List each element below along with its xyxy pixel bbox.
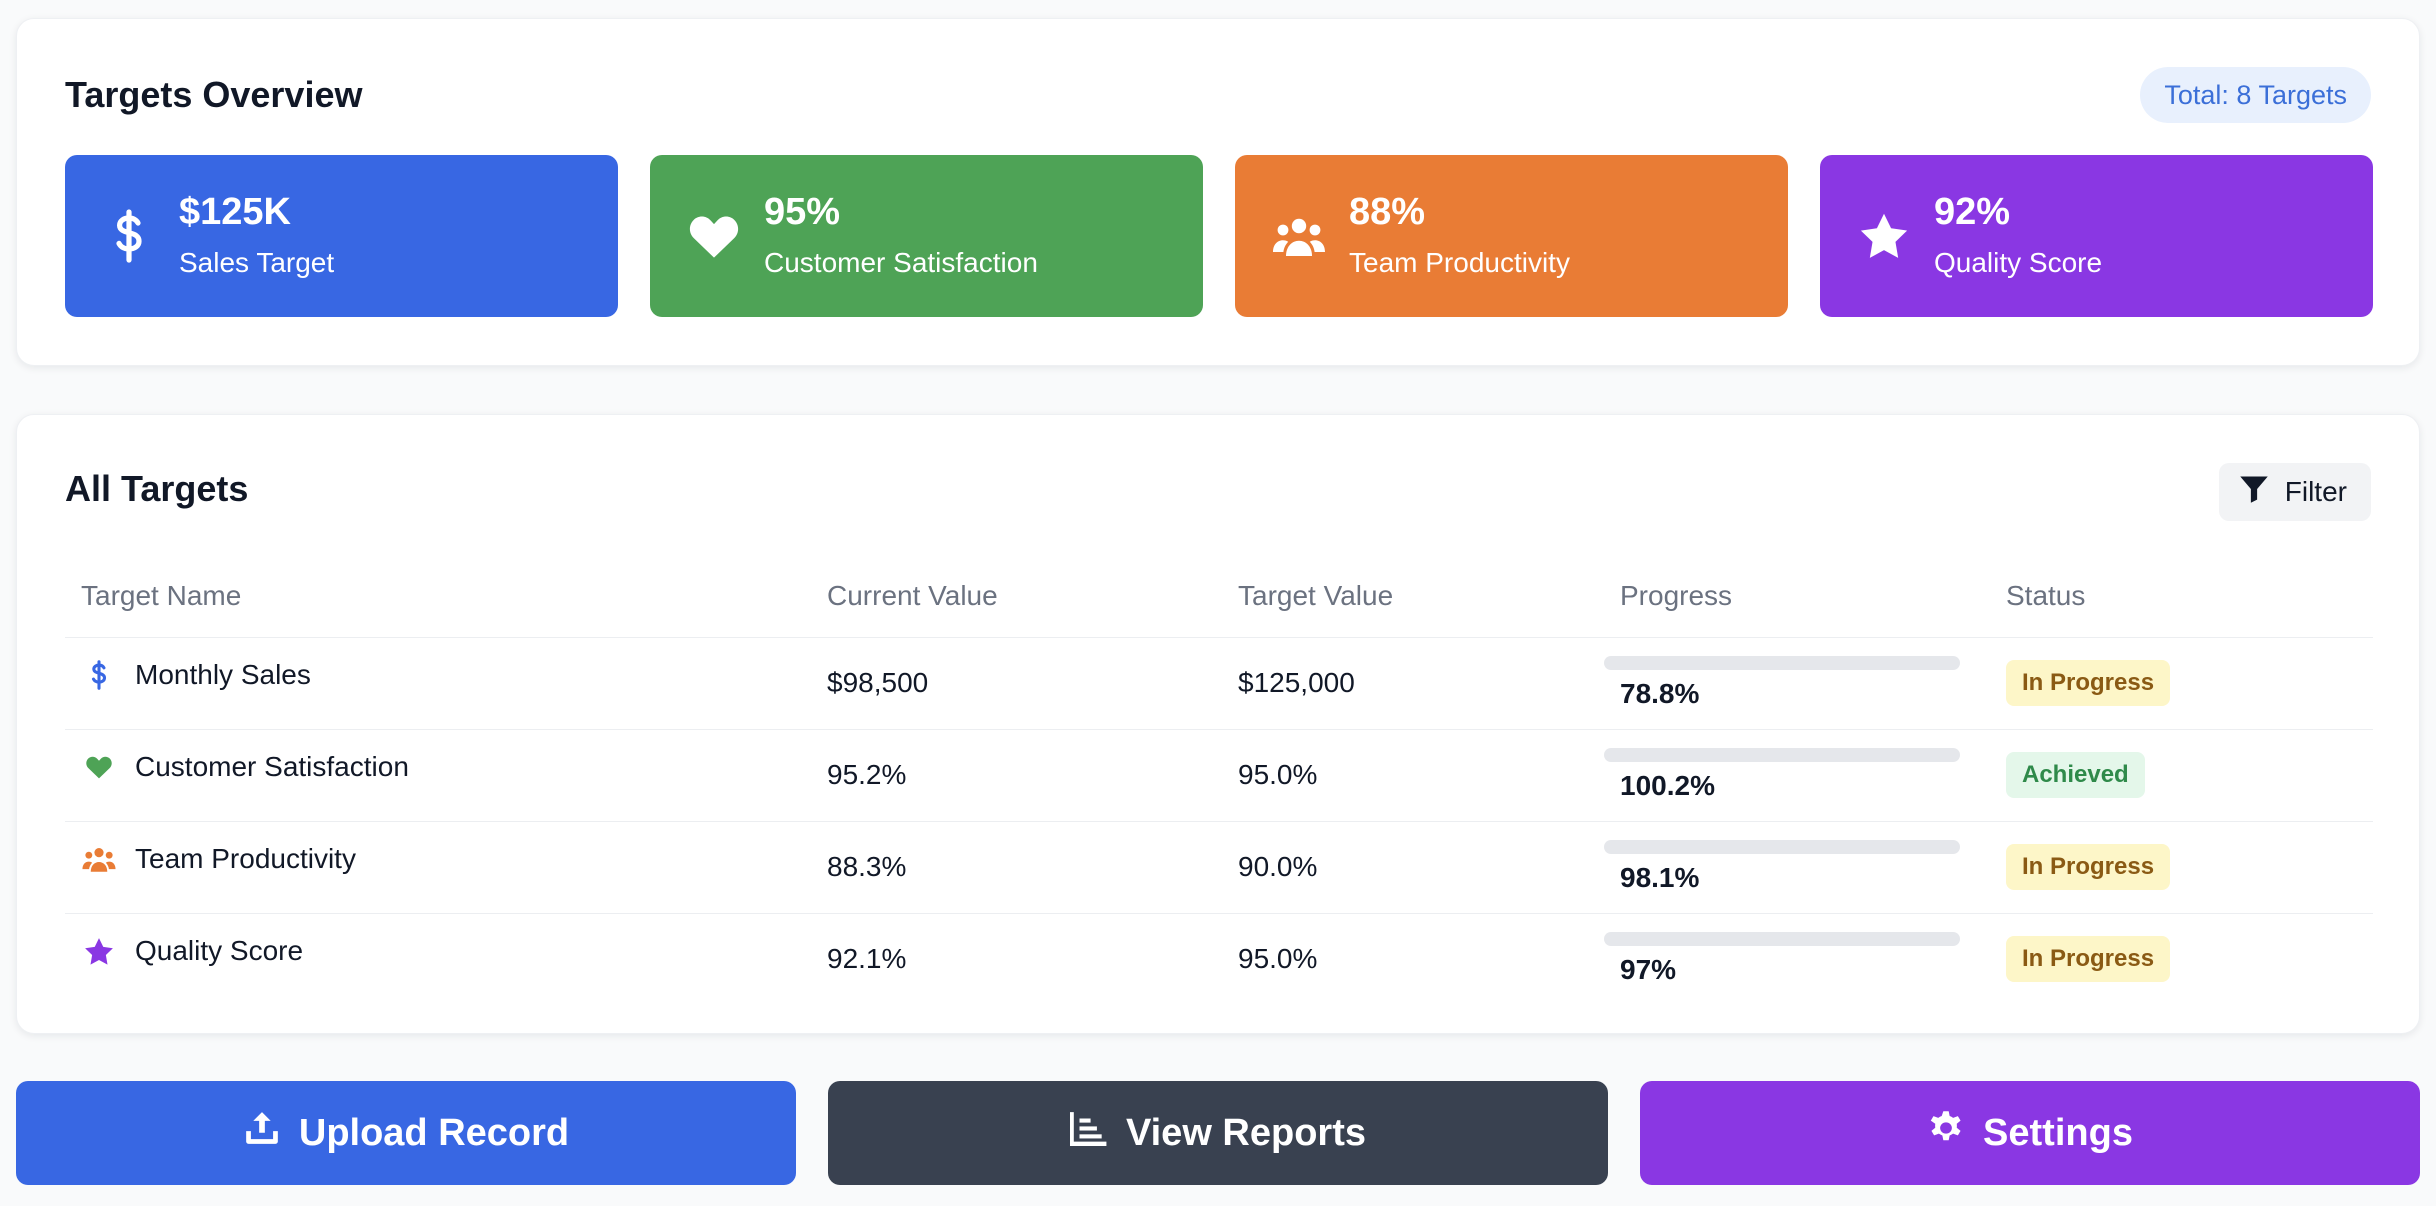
target-value: $125,000 — [1222, 636, 1604, 729]
filter-label: Filter — [2284, 476, 2347, 507]
dollar-icon — [81, 657, 117, 693]
star-icon — [1856, 208, 1912, 264]
upload-record-button[interactable]: Upload Record — [16, 1081, 796, 1185]
upload-record-label: Upload Record — [298, 1111, 570, 1154]
table-row[interactable]: Monthly Sales $98,500 $125,000 78.8% In … — [65, 636, 2373, 729]
table-header-row: Target Name Current Value Target Value P… — [65, 555, 2373, 637]
stat-cards: $125K Sales Target 95% Customer Satisfac… — [65, 155, 2373, 317]
upload-icon — [243, 1109, 281, 1157]
users-icon — [81, 841, 117, 877]
progress-bar — [1604, 931, 1960, 946]
progress-percent: 100.2% — [1620, 769, 1715, 801]
target-name-cell: Quality Score — [81, 933, 811, 969]
stat-card-quality[interactable]: 92% Quality Score — [1820, 155, 2373, 317]
all-targets-card: All Targets Filter Target Name Current V… — [16, 414, 2420, 1034]
heart-icon — [81, 749, 117, 785]
column-header-target-name: Target Name — [81, 579, 242, 611]
target-name-cell: Customer Satisfaction — [81, 749, 811, 785]
stat-label: Quality Score — [1934, 247, 2103, 278]
stat-card-sales[interactable]: $125K Sales Target — [65, 155, 618, 317]
column-header-target-value: Target Value — [1238, 579, 1394, 611]
progress-cell: 100.2% — [1604, 730, 1960, 821]
overview-title: Targets Overview — [65, 74, 363, 115]
progress-cell: 97% — [1604, 914, 1960, 1005]
stat-label: Customer Satisfaction — [764, 247, 1038, 278]
filter-button[interactable]: Filter — [2218, 463, 2371, 521]
stat-label: Team Productivity — [1349, 247, 1570, 278]
stat-value: $125K — [179, 191, 291, 233]
table-row[interactable]: Customer Satisfaction 95.2% 95.0% 100.2%… — [65, 728, 2373, 821]
targets-overview-card: Targets Overview Total: 8 Targets $125K … — [16, 18, 2420, 366]
current-value: $98,500 — [811, 636, 1222, 729]
progress-cell: 78.8% — [1604, 638, 1960, 729]
table-row[interactable]: Team Productivity 88.3% 90.0% 98.1% In P… — [65, 820, 2373, 913]
current-value: 88.3% — [811, 820, 1222, 913]
target-name-cell: Team Productivity — [81, 841, 811, 877]
target-name: Monthly Sales — [135, 659, 311, 690]
target-name: Quality Score — [135, 935, 304, 966]
stat-value: 92% — [1934, 191, 2011, 233]
progress-percent: 97% — [1620, 953, 1677, 985]
dollar-icon — [101, 208, 157, 264]
target-value: 95.0% — [1222, 912, 1604, 1005]
targets-table: Target Name Current Value Target Value P… — [65, 555, 2373, 1005]
target-value: 95.0% — [1222, 728, 1604, 821]
target-name: Team Productivity — [135, 843, 356, 874]
status-badge: Achieved — [2006, 752, 2145, 798]
status-badge: In Progress — [2006, 844, 2171, 890]
progress-bar — [1604, 747, 1960, 762]
current-value: 95.2% — [811, 728, 1222, 821]
users-icon — [1271, 208, 1327, 264]
stat-value: 88% — [1349, 191, 1426, 233]
progress-percent: 78.8% — [1620, 677, 1700, 709]
stat-value: 95% — [764, 191, 841, 233]
stat-label: Sales Target — [179, 247, 335, 278]
status-badge: In Progress — [2006, 660, 2171, 706]
progress-cell: 98.1% — [1604, 822, 1960, 913]
status-badge: In Progress — [2006, 936, 2171, 982]
column-header-progress: Progress — [1620, 579, 1733, 611]
target-value: 90.0% — [1222, 820, 1604, 913]
column-header-status: Status — [2006, 579, 2086, 611]
column-header-current-value: Current Value — [827, 579, 998, 611]
stat-card-productivity[interactable]: 88% Team Productivity — [1235, 155, 1788, 317]
progress-bar — [1604, 655, 1960, 670]
action-buttons: Upload Record View Reports Settings — [16, 1081, 2420, 1185]
gear-icon — [1927, 1109, 1965, 1157]
stat-card-satisfaction[interactable]: 95% Customer Satisfaction — [650, 155, 1203, 317]
settings-button[interactable]: Settings — [1640, 1081, 2420, 1185]
settings-label: Settings — [1983, 1111, 2133, 1154]
chart-icon — [1069, 1110, 1108, 1156]
view-reports-button[interactable]: View Reports — [828, 1081, 1608, 1185]
heart-icon — [686, 208, 742, 264]
current-value: 92.1% — [811, 912, 1222, 1005]
target-name-cell: Monthly Sales — [81, 657, 811, 693]
filter-icon — [2239, 475, 2269, 510]
target-name: Customer Satisfaction — [135, 751, 409, 782]
progress-bar — [1604, 839, 1960, 854]
progress-percent: 98.1% — [1620, 861, 1700, 893]
view-reports-label: View Reports — [1125, 1111, 1367, 1154]
total-targets-badge: Total: 8 Targets — [2140, 67, 2371, 123]
table-row[interactable]: Quality Score 92.1% 95.0% 97% In Progres… — [65, 912, 2373, 1005]
all-targets-title: All Targets — [65, 468, 249, 509]
star-icon — [81, 933, 117, 969]
